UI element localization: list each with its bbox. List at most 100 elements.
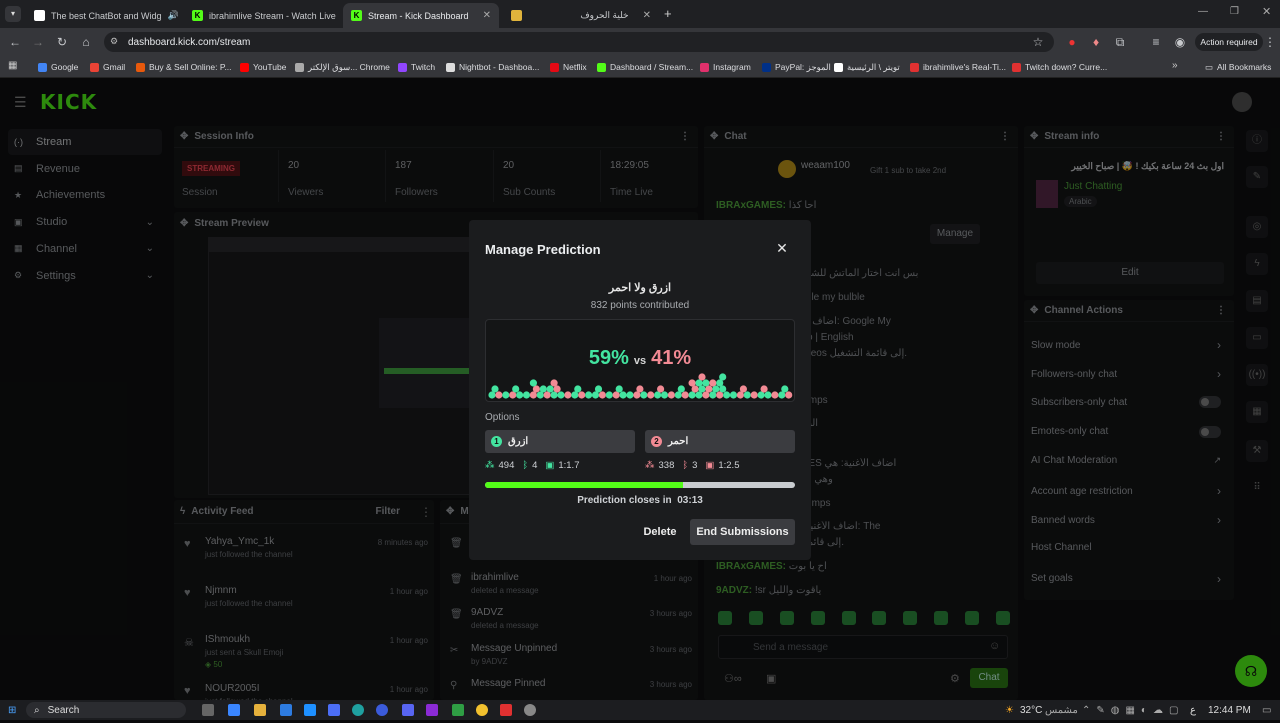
bookmark-label: سوق الإلكتر... Chrome — [308, 61, 390, 72]
back-icon[interactable]: ← — [7, 34, 23, 50]
delete-button[interactable]: Delete — [637, 522, 683, 542]
bookmark[interactable]: YouTube — [240, 60, 286, 74]
prediction-dot — [594, 385, 603, 393]
tab-search-button[interactable]: ▾ — [5, 6, 21, 22]
bookmark-favicon-icon — [136, 62, 145, 72]
site-info-icon[interactable]: ⚙ — [110, 36, 118, 47]
clock[interactable]: 12:44 PM — [1208, 702, 1251, 718]
taskbar-search[interactable]: ⌕ Search — [26, 702, 186, 718]
edge-icon[interactable] — [352, 704, 364, 716]
bookmark[interactable]: Twitch down? Curre... — [1012, 60, 1107, 74]
bookmark[interactable]: Twitch — [398, 60, 435, 74]
app-icon[interactable] — [280, 704, 292, 716]
extensions-puzzle-icon[interactable]: ⧉ — [1112, 34, 1128, 50]
app-icon[interactable] — [524, 704, 536, 716]
bookmark[interactable]: تويتر \ الرئيسية — [834, 60, 900, 74]
prediction-dot — [688, 379, 696, 387]
bookmark[interactable]: Google — [38, 60, 78, 74]
action-required-button[interactable]: Action required — [1195, 33, 1263, 51]
countdown-progress-bar — [485, 482, 795, 488]
countdown-progress-fill — [485, 482, 684, 488]
prediction-dot — [491, 385, 499, 393]
ratio-icon: ▣ — [545, 460, 555, 471]
percent-option-1: 59% — [588, 347, 629, 369]
close-tab-icon[interactable]: ✕ — [643, 10, 651, 21]
start-button[interactable]: ⊞ — [8, 702, 16, 718]
close-window-icon[interactable]: ✕ — [1262, 5, 1271, 18]
prediction-dot — [598, 391, 606, 399]
app-icon[interactable] — [426, 704, 438, 716]
reload-icon[interactable]: ↻ — [54, 34, 70, 50]
option-2[interactable]: 2 احمر — [645, 430, 795, 453]
profile-avatar-icon[interactable]: ◉ — [1172, 34, 1188, 50]
prediction-dot — [529, 379, 537, 387]
prediction-question: ازرق ولا احمر — [608, 282, 672, 294]
system-tray-icons[interactable]: ⌃✎◍▦◐☁▢ — [1082, 702, 1184, 718]
new-tab-button[interactable]: + — [664, 6, 672, 21]
bookmark[interactable]: Netflix — [550, 60, 587, 74]
browser-tab[interactable]: The best ChatBot and Widg🔊✕ — [26, 3, 178, 28]
bookmark[interactable]: سوق الإلكتر... Chrome — [295, 60, 390, 74]
ratio-icon: ▣ — [705, 460, 715, 471]
browser-tab[interactable]: خلية الحروف ✕ — [503, 3, 659, 28]
address-bar[interactable]: dashboard.kick.com/stream — [104, 32, 1054, 52]
menu-kebab-icon[interactable]: ⋮ — [1262, 34, 1278, 50]
app-icon[interactable] — [304, 704, 316, 716]
media-icon[interactable]: ≡ — [1148, 34, 1164, 50]
weather-label[interactable]: مشمس — [1045, 702, 1078, 718]
tab-title: Stream - Kick Dashboard — [368, 10, 469, 21]
prediction-dot — [626, 391, 634, 399]
bookmark[interactable]: Gmail — [90, 60, 125, 74]
option-users: 4 — [532, 460, 538, 471]
bookmark-favicon-icon — [38, 62, 47, 72]
close-icon[interactable]: ✕ — [774, 240, 790, 256]
option-1[interactable]: 1 ازرق — [485, 430, 635, 453]
extension-icon[interactable]: ♦ — [1088, 34, 1104, 50]
weather-icon[interactable]: ☀ — [1005, 702, 1014, 718]
bookmark-star-icon[interactable]: ☆ — [1030, 34, 1046, 50]
bookmark[interactable]: Dashboard / Stream... — [597, 60, 693, 74]
app-icon[interactable] — [328, 704, 340, 716]
prediction-dot — [578, 391, 586, 399]
points-icon: ⁂ — [645, 460, 655, 471]
home-icon[interactable]: ⌂ — [78, 34, 94, 50]
taskview-icon[interactable] — [202, 704, 214, 716]
all-bookmarks-button[interactable]: ▭ All Bookmarks — [1205, 60, 1271, 74]
folder-icon[interactable] — [254, 704, 266, 716]
apps-grid-icon[interactable]: ▦ — [8, 60, 17, 71]
extension-icon[interactable]: ● — [1064, 34, 1080, 50]
option-label: احمر — [668, 436, 689, 447]
app-icon[interactable] — [500, 704, 512, 716]
browser-tab[interactable]: Kibrahimlive Stream - Watch Live✕ — [184, 3, 338, 28]
prediction-dot — [619, 391, 627, 399]
app-icon[interactable] — [452, 704, 464, 716]
language-indicator[interactable]: ع — [1190, 702, 1196, 718]
prediction-dot — [522, 391, 531, 399]
tab-title: ibrahimlive Stream - Watch Live — [209, 10, 336, 21]
closes-time: 03:13 — [677, 495, 703, 506]
browser-tab-active[interactable]: K Stream - Kick Dashboard ✕ — [343, 3, 499, 28]
bookmark[interactable]: PayPal: الموجز — [762, 60, 831, 74]
bookmarks-overflow-icon[interactable]: » — [1172, 60, 1178, 71]
app-icon[interactable] — [376, 704, 388, 716]
end-submissions-button[interactable]: End Submissions — [690, 519, 795, 545]
bookmark-favicon-icon — [446, 62, 455, 72]
prediction-dot — [516, 391, 524, 399]
weather-temp[interactable]: 32°C — [1020, 702, 1042, 718]
chrome-icon[interactable] — [476, 704, 488, 716]
app-icon[interactable] — [228, 704, 240, 716]
bookmark[interactable]: Nightbot - Dashboa... — [446, 60, 539, 74]
notification-icon[interactable]: ▭ — [1262, 702, 1271, 718]
prediction-dot — [640, 391, 648, 399]
restore-icon[interactable]: ❐ — [1230, 6, 1239, 17]
close-tab-icon[interactable]: ✕ — [483, 10, 491, 21]
minimize-icon[interactable]: — — [1198, 6, 1208, 17]
option-number: 1 — [491, 436, 502, 447]
bookmark[interactable]: Instagram — [700, 60, 751, 74]
forward-icon[interactable]: → — [30, 34, 46, 50]
discord-icon[interactable] — [402, 704, 414, 716]
bookmark[interactable]: Buy & Sell Online: P... — [136, 60, 232, 74]
bookmark[interactable]: ibrahimlive's Real-Ti... — [910, 60, 1006, 74]
bookmark-label: Instagram — [713, 62, 751, 72]
url-text: dashboard.kick.com/stream — [128, 36, 251, 48]
